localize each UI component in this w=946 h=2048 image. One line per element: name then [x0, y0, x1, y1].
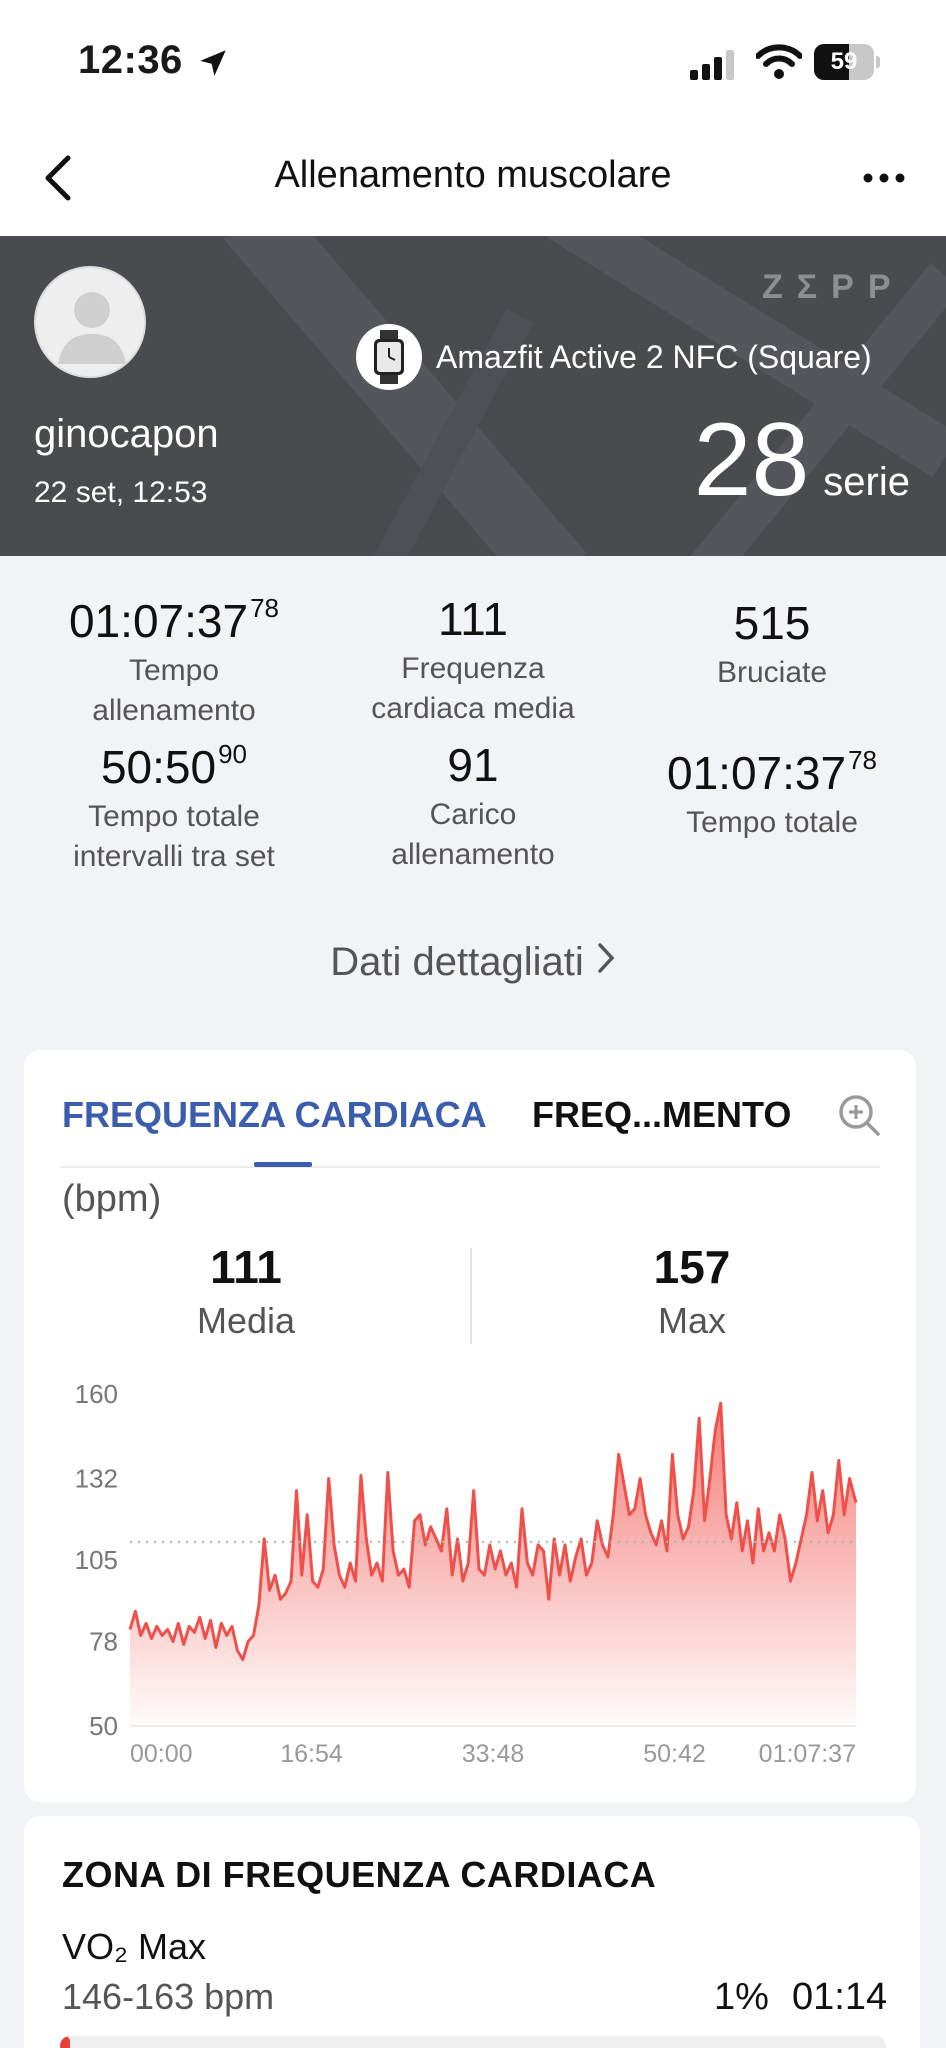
chevron-right-icon [596, 940, 616, 985]
heart-rate-card: FREQUENZA CARDIACA FREQ...MENTO (bpm) 11… [24, 1050, 916, 1802]
tab-training-frequency[interactable]: FREQ...MENTO [532, 1094, 791, 1136]
nav-bar: Allenamento muscolare [0, 120, 946, 236]
location-arrow-icon [200, 50, 226, 76]
tab-heart-rate[interactable]: FREQUENZA CARDIACA [62, 1094, 487, 1136]
zone-percent: 1% [714, 1976, 769, 2018]
heart-rate-chart: 160 132 105 78 50 00:00 16:54 33:48 50:42 01:07:3… [75, 1379, 858, 1768]
zone-time: 01:14 [792, 1976, 888, 2018]
y-tick-label: 78 [89, 1626, 118, 1656]
stat-calories: 515 Bruciate [716, 597, 828, 689]
device-name: Amazfit Active 2 NFC (Square) [436, 338, 872, 375]
status-bar: 12:36 59 [0, 0, 946, 120]
y-tick-label: 132 [75, 1464, 118, 1494]
device-info: Amazfit Active 2 NFC (Square) [356, 324, 872, 390]
zone-name: VO₂ Max [62, 1926, 206, 1967]
stat-training-load: 91 Carico allenamento [391, 739, 555, 871]
cellular-signal-icon [690, 50, 734, 80]
page-title: Allenamento muscolare [274, 154, 672, 196]
zone-progress-bar [60, 2036, 886, 2048]
stat-total-time: 01:07:3778 Tempo totale [667, 745, 877, 839]
username: ginocapon [34, 412, 219, 456]
y-tick-label: 50 [89, 1711, 118, 1741]
zone-range: 146-163 bpm [62, 1976, 275, 2017]
series-unit: serie [823, 460, 910, 504]
x-tick-label: 16:54 [280, 1740, 343, 1768]
tab-divider [60, 1166, 880, 1168]
detailed-data-link[interactable]: Dati dettagliati [0, 940, 946, 985]
stat-training-time: 01:07:3778 Tempo allenamento [69, 593, 279, 727]
battery-percent: 59 [830, 48, 858, 75]
zepp-logo: ZΣPP [762, 268, 905, 306]
x-tick-label: 01:07:37 [759, 1740, 856, 1768]
series-count: 28 serie [694, 408, 910, 512]
wifi-icon [756, 44, 802, 79]
stat-avg-heart-rate: 111 Frequenza cardiaca media [371, 593, 575, 725]
summary-average: 111 Media [196, 1241, 296, 1341]
y-tick-label: 160 [75, 1379, 118, 1409]
battery-indicator: 59 [814, 44, 880, 80]
x-tick-label: 00:00 [130, 1740, 193, 1768]
workout-hero-banner: ginocapon 22 set, 12:53 ZΣPP Amazfit Act… [0, 236, 946, 556]
x-tick-label: 50:42 [643, 1740, 706, 1768]
stat-rest-time: 50:5090 Tempo totale intervalli tra set [73, 739, 275, 873]
heart-rate-zone-card: ZONA DI FREQUENZA CARDIACA VO₂ Max 146-1… [24, 1816, 920, 2048]
x-tick-label: 33:48 [462, 1740, 525, 1768]
detailed-data-label: Dati dettagliati [330, 940, 584, 984]
active-tab-indicator [254, 1162, 312, 1167]
zoom-in-icon[interactable] [836, 1092, 882, 1138]
unit-label: (bpm) [62, 1178, 162, 1220]
status-time: 12:36 [78, 38, 183, 82]
avatar[interactable] [34, 266, 146, 378]
zone-card-title: ZONA DI FREQUENZA CARDIACA [62, 1854, 657, 1895]
y-tick-label: 105 [75, 1545, 118, 1575]
more-options-icon[interactable] [862, 172, 906, 184]
watch-icon [356, 324, 422, 390]
user-silhouette-icon [58, 292, 126, 364]
series-number: 28 [693, 402, 810, 518]
summary-divider [470, 1248, 472, 1344]
workout-datetime: 22 set, 12:53 [34, 476, 208, 509]
summary-max: 157 Max [653, 1241, 731, 1341]
